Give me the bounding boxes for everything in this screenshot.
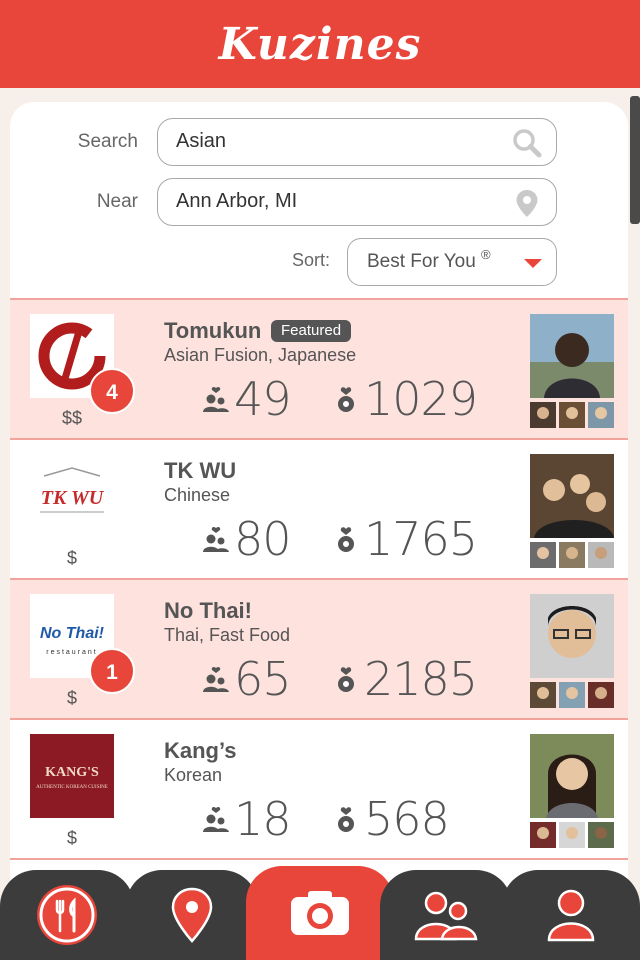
restaurant-row[interactable]: TK WU $ TK WU Chinese 80 1765 (10, 438, 628, 578)
likes-count: 2185 (364, 652, 478, 706)
nothai-logo-text: No Thai! (40, 625, 105, 642)
restaurant-name[interactable]: TK WU (164, 458, 236, 484)
likes-icon (338, 387, 354, 412)
cuisine-text: Chinese (164, 485, 231, 505)
sort-value: Best For You (367, 251, 476, 272)
restaurant-name[interactable]: No Thai! (164, 598, 252, 624)
likes-icon (338, 527, 354, 552)
likes-stat: 2185 (332, 652, 478, 706)
location-pin-icon[interactable] (512, 188, 542, 218)
friend-photo[interactable] (530, 594, 614, 678)
likes-stat: 1029 (332, 372, 478, 426)
tkwu-logo-text: TK WU (41, 487, 105, 509)
search-row: Search (10, 118, 628, 166)
restaurant-list: 4 $$ Tomukun Featured Asian Fusion, Japa… (10, 298, 628, 898)
tab-profile[interactable] (502, 870, 640, 960)
price-level: $$ (61, 408, 83, 428)
tab-map[interactable] (126, 870, 258, 960)
likes-count: 568 (364, 792, 450, 846)
friend-thumb[interactable] (559, 682, 585, 708)
nothai-logo-sub: restaurant (46, 649, 98, 656)
friend-thumb[interactable] (588, 542, 614, 568)
search-input[interactable] (176, 130, 496, 153)
friends-icon (203, 666, 229, 692)
friends-stat: 80 (202, 512, 292, 566)
friends-stat: 18 (202, 792, 292, 846)
cuisine-text: Asian Fusion, Japanese (164, 345, 357, 365)
friend-thumb[interactable] (530, 682, 556, 708)
friend-thumb[interactable] (530, 542, 556, 568)
restaurant-logo[interactable]: KANG'S AUTHENTIC KOREAN CUISINE (30, 734, 114, 818)
restaurant-row[interactable]: No Thai! restaurant 1 $ No Thai! Thai, F… (10, 578, 628, 718)
near-row: Near (10, 178, 628, 226)
tab-camera[interactable] (246, 866, 394, 960)
price-level: $ (66, 828, 77, 848)
friend-thumb[interactable] (530, 402, 556, 428)
search-label: Search (77, 131, 138, 152)
restaurant-name[interactable]: Kang’s (164, 738, 237, 764)
scrollbar-thumb[interactable] (630, 96, 640, 224)
likes-stat: 568 (332, 792, 450, 846)
friends-icon (203, 806, 229, 832)
fork-knife-icon (37, 885, 97, 945)
app-logo: Kuzines (218, 18, 422, 70)
price-level: $ (66, 688, 77, 708)
tab-restaurants[interactable] (0, 870, 134, 960)
friends-stat: 49 (202, 372, 292, 426)
friends-count: 18 (234, 792, 292, 846)
chevron-down-icon (524, 259, 542, 268)
friend-thumb[interactable] (588, 822, 614, 848)
friend-photo[interactable] (530, 314, 614, 398)
search-field[interactable] (157, 118, 557, 166)
map-pin-icon (171, 887, 213, 943)
near-label: Near (96, 191, 138, 212)
camera-icon (291, 891, 349, 935)
user-icon (547, 889, 595, 942)
restaurant-row[interactable]: 4 $$ Tomukun Featured Asian Fusion, Japa… (10, 298, 628, 438)
friend-photo[interactable] (530, 734, 614, 818)
likes-count: 1029 (364, 372, 478, 426)
friend-thumb[interactable] (588, 402, 614, 428)
location-field[interactable] (157, 178, 557, 226)
friends-icon (203, 386, 229, 412)
search-icon[interactable] (512, 128, 542, 158)
restaurant-row[interactable]: KANG'S AUTHENTIC KOREAN CUISINE $ Kang’s… (10, 718, 628, 858)
app-header: Kuzines (0, 0, 640, 88)
likes-icon (338, 667, 354, 692)
friend-thumb[interactable] (559, 822, 585, 848)
friends-count: 80 (234, 512, 292, 566)
location-input[interactable] (176, 190, 496, 213)
sort-label: Sort: (291, 250, 330, 270)
featured-tag: Featured (271, 320, 352, 342)
restaurant-name[interactable]: Tomukun (164, 318, 261, 344)
price-level: $ (66, 548, 77, 568)
friends-count: 49 (234, 372, 292, 426)
kangs-logo-text: KANG'S (45, 765, 99, 780)
friend-thumb[interactable] (588, 682, 614, 708)
restaurant-logo[interactable]: TK WU (30, 454, 114, 538)
likes-stat: 1765 (332, 512, 478, 566)
cuisine-text: Thai, Fast Food (164, 625, 291, 645)
friend-thumb[interactable] (559, 402, 585, 428)
kangs-logo-sub: AUTHENTIC KOREAN CUISINE (36, 785, 108, 790)
friend-thumb[interactable] (530, 822, 556, 848)
tab-bar (0, 866, 640, 960)
registered-mark: ® (481, 247, 491, 262)
friends-stat: 65 (202, 652, 292, 706)
sort-dropdown[interactable]: Best For You ® (347, 238, 557, 286)
friend-photo[interactable] (530, 454, 614, 538)
likes-count: 1765 (364, 512, 478, 566)
group-icon (414, 891, 478, 941)
main-panel: Search Near Sort: Best For You ® (10, 102, 628, 960)
cuisine-text: Korean (164, 765, 223, 785)
friends-icon (203, 526, 229, 552)
friend-thumb[interactable] (559, 542, 585, 568)
friends-count: 65 (234, 652, 292, 706)
tab-friends[interactable] (380, 870, 512, 960)
likes-icon (338, 807, 354, 832)
